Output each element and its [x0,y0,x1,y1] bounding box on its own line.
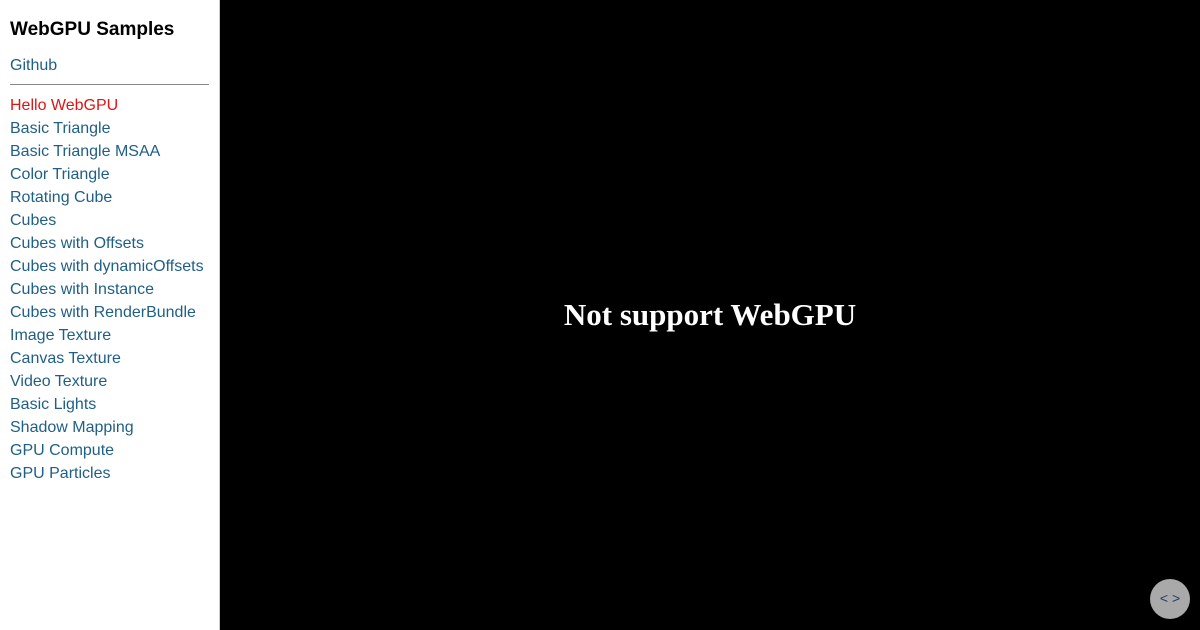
sidebar-list-item: Video Texture [10,370,209,393]
sidebar-item-rotating-cube[interactable]: Rotating Cube [10,186,209,209]
sidebar-list-item: Shadow Mapping [10,416,209,439]
sidebar-item-video-texture[interactable]: Video Texture [10,370,209,393]
canvas-area: Not support WebGPU < > [220,0,1200,630]
sidebar-list-item: Cubes [10,209,209,232]
sample-list: Hello WebGPU Basic Triangle Basic Triangle… [10,94,209,485]
sidebar-title: WebGPU Samples [10,19,175,40]
sidebar-list-item: Cubes with Instance [10,278,209,301]
unsupported-message: Not support WebGPU [563,297,857,332]
sidebar-item-cubes[interactable]: Cubes [10,209,209,232]
sidebar-list-item: Canvas Texture [10,347,209,370]
sidebar-list-item: Cubes with dynamicOffsets [10,255,209,278]
sidebar-item-gpu-compute[interactable]: GPU Compute [10,439,209,462]
sidebar-list-item: Rotating Cube [10,186,209,209]
sidebar-list-item: GPU Particles [10,462,209,485]
sidebar-item-basic-triangle-msaa[interactable]: Basic Triangle MSAA [10,140,209,163]
sidebar-item-cubes-with-offsets[interactable]: Cubes with Offsets [10,232,209,255]
sidebar-item-hello-webgpu[interactable]: Hello WebGPU [10,94,209,117]
code-toggle-button[interactable]: < > [1150,579,1190,619]
sidebar-list-item: Hello WebGPU [10,94,209,117]
sidebar-item-cubes-with-renderbundle[interactable]: Cubes with RenderBundle [10,301,209,324]
github-link[interactable]: Github [10,56,209,76]
sidebar-list-item: Basic Triangle [10,117,209,140]
sidebar-list-item: Color Triangle [10,163,209,186]
sidebar: WebGPU Samples Github Hello WebGPU Basic … [0,0,220,630]
sidebar-item-color-triangle[interactable]: Color Triangle [10,163,209,186]
sidebar-item-basic-triangle[interactable]: Basic Triangle [10,117,209,140]
sidebar-list-item: GPU Compute [10,439,209,462]
sidebar-list-item: Cubes with RenderBundle [10,301,209,324]
sidebar-list-item: Basic Triangle MSAA [10,140,209,163]
sidebar-item-gpu-particles[interactable]: GPU Particles [10,462,209,485]
sidebar-divider [10,84,209,85]
sidebar-item-image-texture[interactable]: Image Texture [10,324,209,347]
sidebar-item-cubes-with-instance[interactable]: Cubes with Instance [10,278,209,301]
app-window: WebGPU Samples Github Hello WebGPU Basic … [0,0,1200,630]
code-icon: < > [1159,590,1181,606]
sidebar-item-cubes-with-dynamicoffsets[interactable]: Cubes with dynamicOffsets [10,255,209,278]
sidebar-item-canvas-texture[interactable]: Canvas Texture [10,347,209,370]
sidebar-list-item: Cubes with Offsets [10,232,209,255]
sidebar-list-item: Image Texture [10,324,209,347]
sidebar-item-shadow-mapping[interactable]: Shadow Mapping [10,416,209,439]
sidebar-list-item: Basic Lights [10,393,209,416]
sidebar-item-basic-lights[interactable]: Basic Lights [10,393,209,416]
